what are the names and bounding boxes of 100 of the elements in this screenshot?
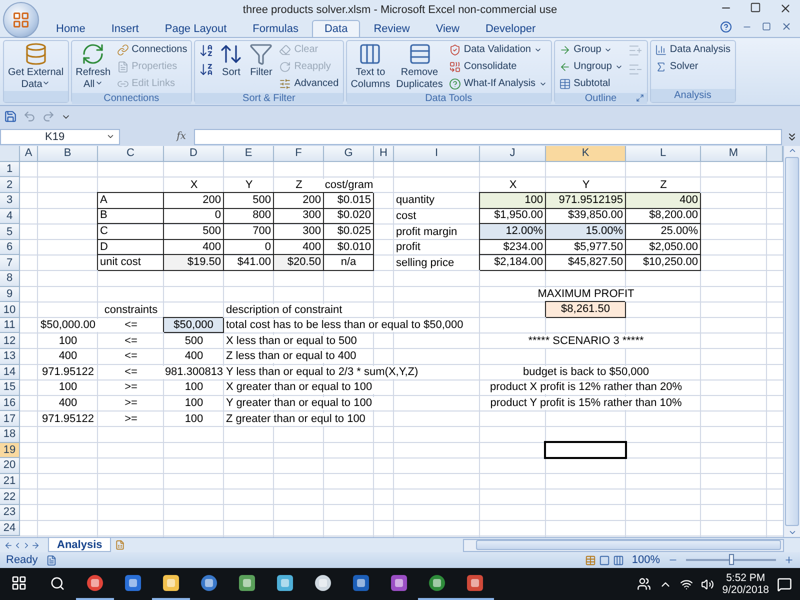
ribbon-tab[interactable]: Data	[312, 20, 360, 37]
page-layout-icon[interactable]	[598, 554, 610, 566]
ribbon-tab[interactable]: Insert	[99, 20, 151, 37]
row-header[interactable]: 1	[0, 162, 20, 178]
row-header[interactable]: 10	[0, 302, 20, 318]
ribbon-button[interactable]: Group	[556, 42, 625, 58]
row-header[interactable]: 14	[0, 364, 20, 380]
row-header[interactable]: 4	[0, 208, 20, 224]
page-break-icon[interactable]	[612, 554, 624, 566]
group-label: Outline	[584, 92, 617, 104]
column-header[interactable]: I	[394, 146, 480, 162]
row-header[interactable]: 19	[0, 442, 20, 458]
column-header[interactable]: C	[98, 146, 164, 162]
ribbon-button[interactable]: Subtotal	[556, 76, 625, 92]
row-header[interactable]: 8	[0, 271, 20, 287]
expand-icon[interactable]	[786, 130, 798, 143]
ribbon-button[interactable]: Data Validation	[446, 42, 549, 58]
cell-text: $5,977.50	[572, 240, 625, 254]
ribbon-tab[interactable]: Formulas	[240, 20, 310, 37]
close-icon[interactable]	[779, 2, 792, 15]
column-header[interactable]: D	[164, 146, 224, 162]
row-header[interactable]: 9	[0, 286, 20, 302]
zoom-in-icon[interactable]	[784, 555, 794, 566]
start-icon[interactable]	[11, 575, 27, 591]
row-header[interactable]: 13	[0, 349, 20, 365]
scroll-thumb[interactable]	[476, 540, 781, 550]
column-header[interactable]: F	[274, 146, 324, 162]
vertical-scrollbar[interactable]	[783, 146, 800, 538]
ribbon-button[interactable]: What-If Analysis	[446, 76, 549, 92]
horizontal-scrollbar[interactable]	[463, 538, 784, 552]
help-icon[interactable]	[720, 20, 732, 33]
close-icon[interactable]	[781, 21, 792, 32]
row-header[interactable]: 11	[0, 318, 20, 334]
people-icon[interactable]	[637, 577, 652, 591]
column-header[interactable]: H	[374, 146, 394, 162]
row-header[interactable]: 17	[0, 411, 20, 427]
row-header[interactable]: 24	[0, 520, 20, 536]
insert-function-button[interactable]: fx	[176, 131, 186, 142]
row-header[interactable]: 23	[0, 504, 20, 521]
row-header[interactable]: 18	[0, 426, 20, 443]
row-header[interactable]: 15	[0, 380, 20, 396]
ribbon-button[interactable]: Advanced	[277, 76, 341, 92]
cell-text: $39,850.00	[566, 209, 625, 222]
network-icon[interactable]	[680, 578, 694, 590]
column-header[interactable]: G	[324, 146, 374, 162]
row-header[interactable]: 16	[0, 396, 20, 412]
row-header[interactable]: 7	[0, 255, 20, 272]
ribbon-button[interactable]: Ungroup	[556, 58, 625, 75]
ribbon-button[interactable]: Text to Columns	[348, 42, 392, 90]
volume-icon[interactable]	[701, 578, 714, 590]
zoom-thumb[interactable]	[729, 554, 734, 566]
ribbon-button[interactable]: Consolidate	[446, 58, 549, 75]
row-header[interactable]: 22	[0, 489, 20, 505]
next-sheet-icon[interactable]	[22, 540, 31, 550]
name-box[interactable]: K19	[0, 128, 120, 145]
row-header[interactable]: 12	[0, 333, 20, 349]
ribbon-button[interactable]: Filter	[247, 42, 276, 78]
insert-sheet-icon[interactable]	[115, 540, 126, 550]
column-header[interactable]: A	[20, 146, 38, 162]
row-header[interactable]: 5	[0, 224, 20, 240]
save-icon[interactable]	[4, 110, 17, 124]
ribbon-button[interactable]: Get External Data	[6, 42, 66, 90]
search-icon[interactable]	[50, 576, 64, 590]
ribbon-button[interactable]: Refresh All	[74, 42, 113, 90]
restore-icon[interactable]	[750, 2, 761, 13]
clock[interactable]: 5:52 PM 9/20/2018	[722, 572, 769, 596]
row-header[interactable]: 6	[0, 240, 20, 256]
column-header[interactable]: M	[701, 146, 767, 162]
ribbon-tab[interactable]: Home	[44, 20, 98, 37]
column-header[interactable]: J	[480, 146, 546, 162]
ribbon-button[interactable]: Remove Duplicates	[394, 42, 445, 90]
scroll-thumb[interactable]	[785, 156, 799, 526]
dialog-launcher-icon[interactable]	[636, 94, 644, 102]
row-header[interactable]: 21	[0, 474, 20, 490]
ribbon-tab[interactable]: Review	[362, 20, 422, 37]
ribbon-tab[interactable]: Page Layout	[152, 20, 239, 37]
ribbon-button[interactable]: Data Analysis	[652, 42, 733, 58]
cell-text: total cost has to be less than or equal to $50,000	[224, 319, 466, 332]
worksheet-grid[interactable]	[0, 146, 783, 538]
column-header[interactable]: E	[224, 146, 274, 162]
column-header[interactable]: L	[626, 146, 701, 162]
first-sheet-icon[interactable]	[4, 540, 13, 550]
normal-view-icon[interactable]	[584, 554, 596, 566]
formula-input[interactable]	[194, 128, 782, 145]
last-sheet-icon[interactable]	[31, 540, 40, 550]
row-header[interactable]: 3	[0, 193, 20, 209]
column-header[interactable]: B	[38, 146, 98, 162]
column-header[interactable]: K	[546, 146, 626, 162]
notification-icon[interactable]	[777, 576, 792, 592]
ribbon-button[interactable]: Sort	[217, 42, 246, 78]
ribbon-tab[interactable]: Developer	[473, 20, 548, 37]
ribbon-tab[interactable]: View	[424, 20, 472, 37]
row-header[interactable]: 20	[0, 458, 20, 474]
restore-icon[interactable]	[762, 22, 771, 32]
ribbon-button[interactable]: Solver	[652, 58, 733, 75]
row-header[interactable]: 2	[0, 177, 20, 194]
previous-sheet-icon[interactable]	[13, 540, 22, 550]
macro-icon[interactable]	[46, 554, 57, 566]
ribbon-button[interactable]: Connections	[114, 42, 190, 58]
sheet-tab[interactable]: Analysis	[48, 538, 112, 552]
